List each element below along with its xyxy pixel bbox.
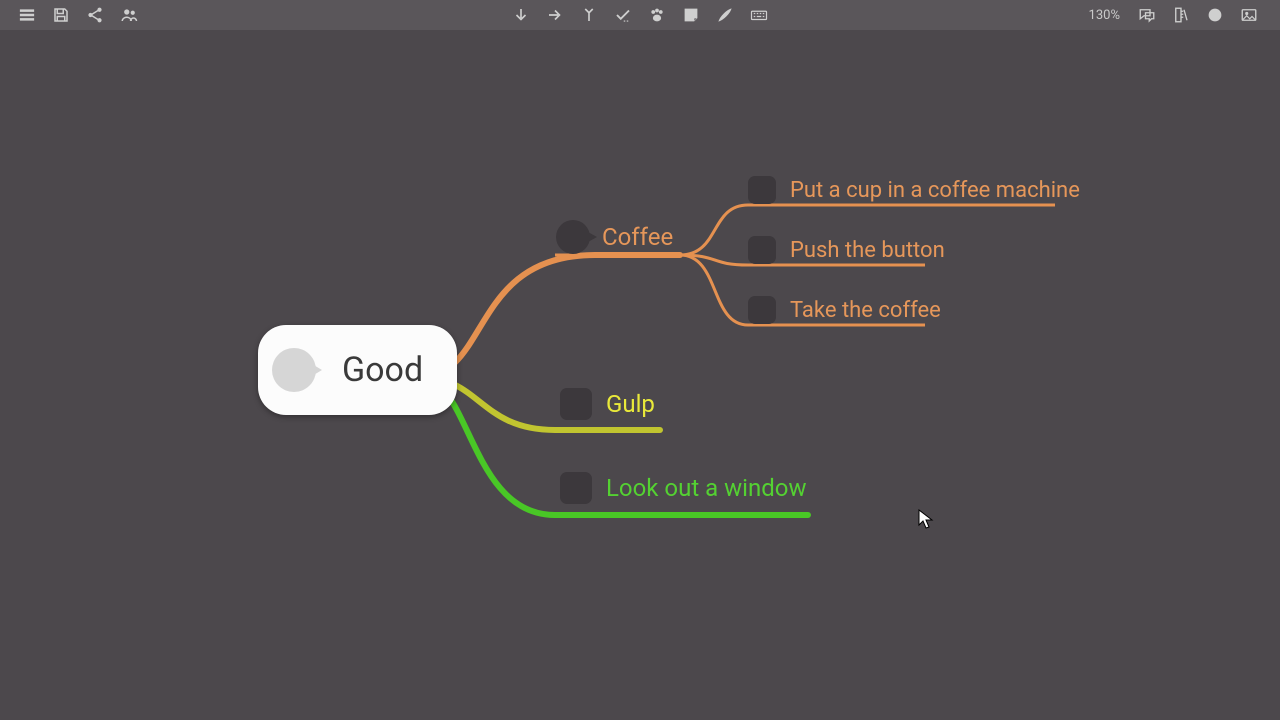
branch-lines: [0, 30, 1280, 720]
leaf-node[interactable]: Push the button: [748, 236, 945, 264]
root-label: Good: [342, 350, 423, 390]
zoom-level[interactable]: 130%: [1089, 8, 1120, 23]
split-arrow-icon[interactable]: [572, 0, 606, 30]
cursor-icon: [918, 509, 934, 529]
down-arrow-icon[interactable]: [504, 0, 538, 30]
chat-bubble-icon: [556, 220, 590, 254]
checkbox-icon[interactable]: [560, 388, 592, 420]
branch-node-coffee[interactable]: Coffee: [556, 220, 673, 254]
node-label: Coffee: [602, 223, 673, 251]
node-label: Look out a window: [606, 474, 807, 502]
checkbox-icon[interactable]: [748, 176, 776, 204]
toolbar-center: [504, 0, 776, 30]
mindmap-canvas[interactable]: Good Coffee Put a cup in a coffee machin…: [0, 30, 1280, 720]
paw-icon[interactable]: [640, 0, 674, 30]
chat-bubble-icon: [272, 348, 316, 392]
menu-icon[interactable]: [10, 0, 44, 30]
keyboard-icon[interactable]: [742, 0, 776, 30]
check-icon[interactable]: [606, 0, 640, 30]
brush-icon[interactable]: [708, 0, 742, 30]
chat-icon[interactable]: [1130, 0, 1164, 30]
checkbox-icon[interactable]: [560, 472, 592, 504]
circle-icon[interactable]: [1198, 0, 1232, 30]
people-icon[interactable]: [112, 0, 146, 30]
root-node[interactable]: Good: [258, 325, 457, 415]
checkbox-icon[interactable]: [748, 296, 776, 324]
toolbar-right: 130%: [1079, 0, 1280, 30]
right-arrow-icon[interactable]: [538, 0, 572, 30]
node-label: Put a cup in a coffee machine: [790, 178, 1080, 203]
branch-node-gulp[interactable]: Gulp: [560, 388, 655, 420]
toolbar: 130%: [0, 0, 1280, 30]
branch-node-window[interactable]: Look out a window: [560, 472, 807, 504]
image-icon[interactable]: [1232, 0, 1266, 30]
ruler-icon[interactable]: [1164, 0, 1198, 30]
note-icon[interactable]: [674, 0, 708, 30]
checkbox-icon[interactable]: [748, 236, 776, 264]
save-icon[interactable]: [44, 0, 78, 30]
node-label: Take the coffee: [790, 298, 941, 323]
leaf-node[interactable]: Take the coffee: [748, 296, 941, 324]
share-icon[interactable]: [78, 0, 112, 30]
node-label: Push the button: [790, 238, 945, 263]
leaf-node[interactable]: Put a cup in a coffee machine: [748, 176, 1080, 204]
node-label: Gulp: [606, 390, 655, 418]
toolbar-left: [0, 0, 146, 30]
